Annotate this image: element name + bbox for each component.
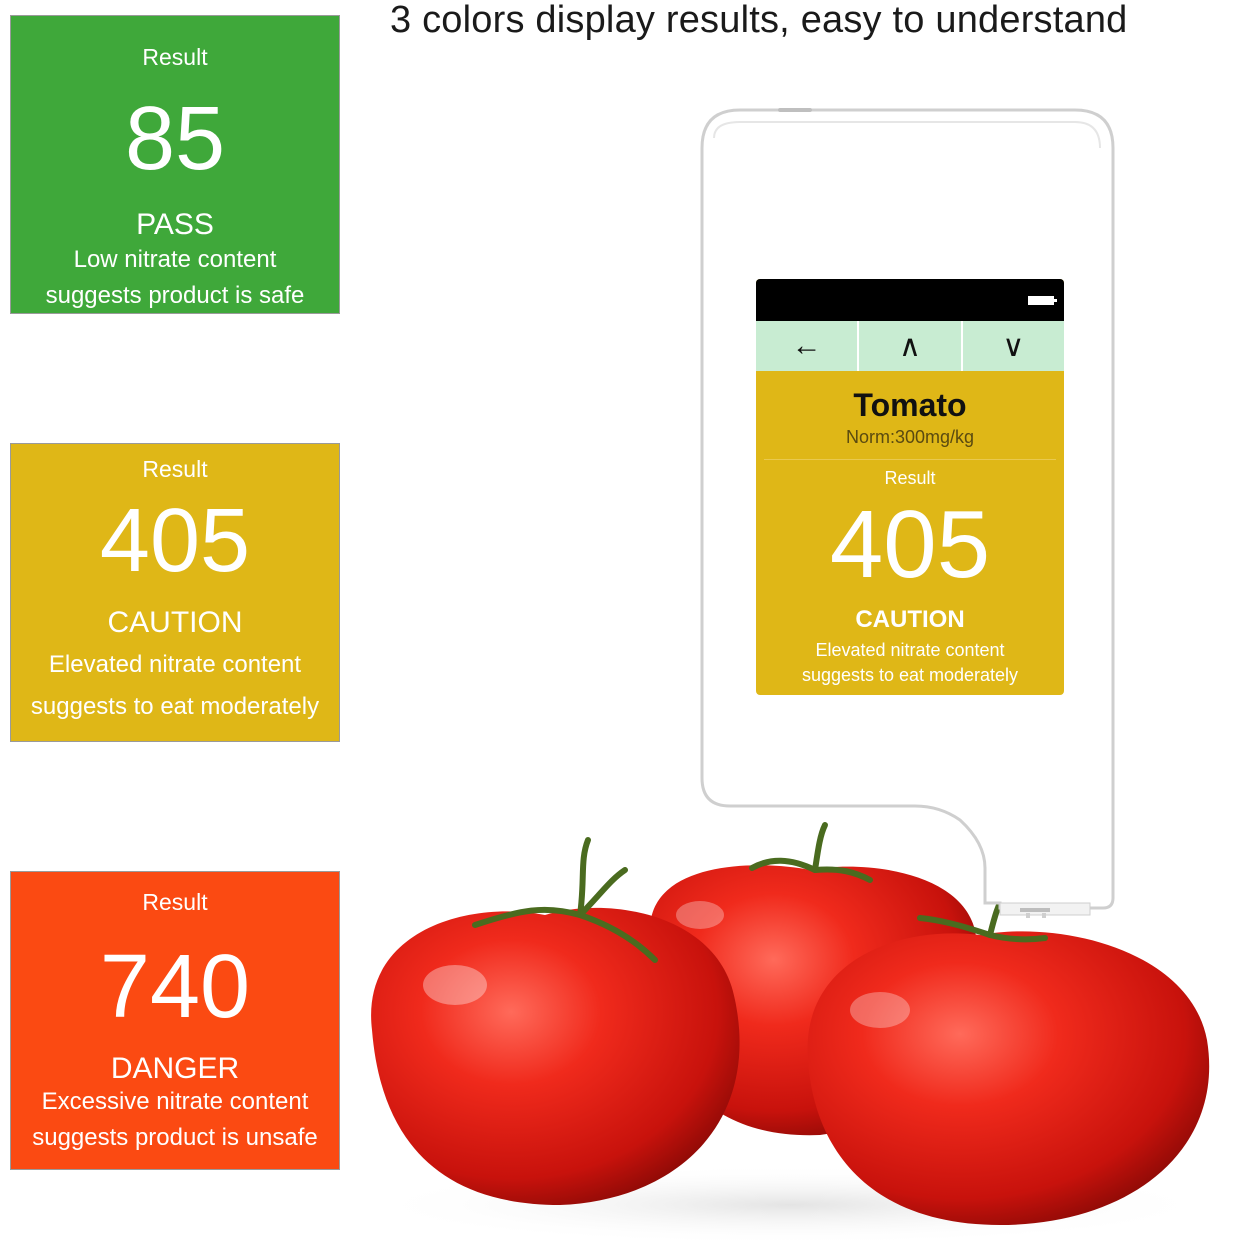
screen-result-label: Result — [884, 468, 936, 488]
card-label: Result — [142, 44, 208, 70]
screen-result-description: Elevated nitrate content suggests to eat… — [756, 638, 1064, 688]
battery-icon — [1028, 296, 1057, 305]
card-description-line: suggests product is safe — [45, 282, 305, 309]
card-status: CAUTION — [107, 606, 243, 639]
back-arrow-icon[interactable]: ← — [756, 321, 860, 371]
product-banner: 3 colors display results, easy to unders… — [0, 0, 1257, 1256]
card-label: Result — [142, 456, 208, 482]
card-status: PASS — [136, 208, 214, 241]
screen-description-line: suggests to eat moderately — [801, 665, 1019, 685]
product-norm: Norm:300mg/kg — [845, 427, 975, 447]
up-arrow-icon[interactable]: ∧ — [859, 321, 963, 371]
card-status: DANGER — [110, 1052, 240, 1085]
card-description-line: Elevated nitrate content — [48, 651, 302, 678]
card-description: Elevated nitrate content suggests to eat… — [11, 644, 339, 728]
result-card-caution: Result 405 CAUTION Elevated nitrate cont… — [10, 443, 340, 742]
result-card-danger: Result 740 DANGER Excessive nitrate cont… — [10, 871, 340, 1170]
product-name: Tomato — [853, 387, 967, 423]
card-description: Excessive nitrate content suggests produ… — [11, 1084, 339, 1156]
screen-status-bar — [756, 279, 1064, 321]
screen-result-status: CAUTION — [855, 606, 965, 633]
down-arrow-icon[interactable]: ∨ — [963, 321, 1064, 371]
screen-nav-bar: ← ∧ ∨ — [756, 321, 1064, 371]
screen-divider — [764, 459, 1056, 460]
screen-result-value: 405 — [829, 491, 991, 598]
card-value: 85 — [124, 89, 226, 189]
device-screen: ← ∧ ∨ Tomato Norm:300mg/kg Result 405 CA… — [756, 279, 1064, 695]
card-label: Result — [142, 889, 208, 915]
card-description: Low nitrate content suggests product is … — [11, 242, 339, 314]
card-description-line: suggests to eat moderately — [30, 693, 320, 720]
card-description-line: Low nitrate content — [73, 246, 277, 273]
card-description-line: Excessive nitrate content — [41, 1088, 309, 1115]
card-description-line: suggests product is unsafe — [32, 1124, 318, 1151]
card-value: 405 — [99, 491, 251, 591]
result-card-pass: Result 85 PASS Low nitrate content sugge… — [10, 15, 340, 314]
card-value: 740 — [99, 937, 251, 1037]
screen-description-line: Elevated nitrate content — [815, 640, 1005, 660]
headline: 3 colors display results, easy to unders… — [390, 0, 1128, 41]
